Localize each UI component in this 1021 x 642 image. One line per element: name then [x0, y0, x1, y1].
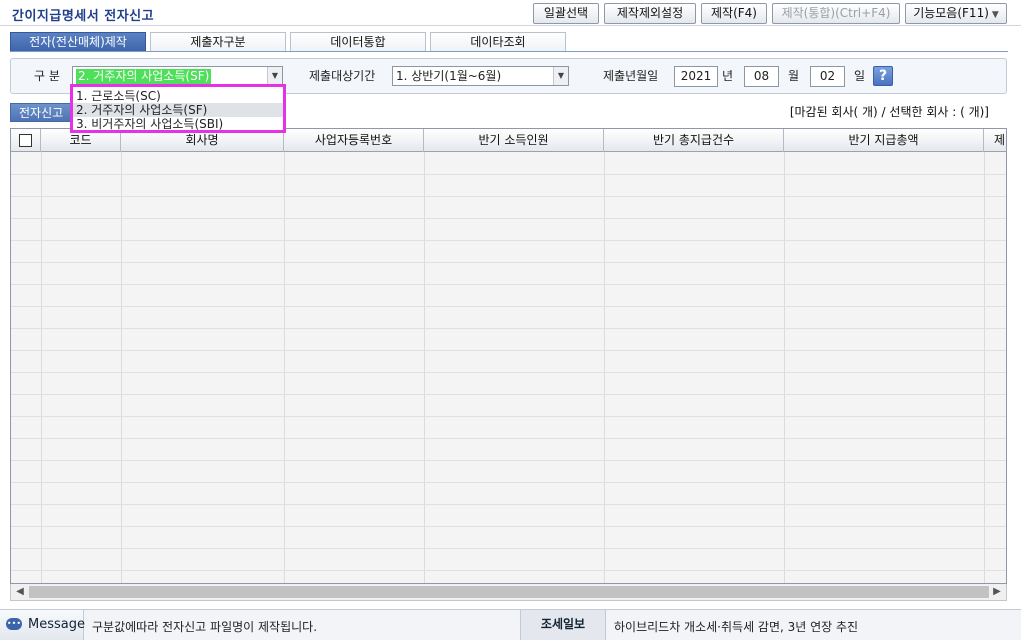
- message-button[interactable]: ••• Message: [0, 610, 85, 640]
- company-count-text: [마감된 회사( 개) / 선택한 회사 : ( 개)]: [789, 105, 989, 119]
- grid-row-line: [11, 416, 1006, 417]
- type-select[interactable]: 2. 거주자의 사업소득(SF) ▼: [72, 66, 283, 86]
- grid-row-line: [11, 262, 1006, 263]
- tab-data-query[interactable]: 데이타조회: [430, 32, 566, 52]
- dropdown-option-sc[interactable]: 1. 근로소득(SC): [76, 89, 161, 103]
- help-icon[interactable]: ?: [873, 66, 893, 86]
- month-unit: 월: [788, 69, 800, 83]
- chevron-left-icon[interactable]: ◀: [13, 585, 27, 599]
- horizontal-scrollbar[interactable]: ◀ ▶: [10, 584, 1007, 601]
- grid-column-line: [604, 152, 605, 583]
- chevron-down-icon[interactable]: ▼: [553, 67, 568, 85]
- grid-column-line: [121, 152, 122, 583]
- grid-row-line: [11, 350, 1006, 351]
- exclude-settings-button[interactable]: 제작제외설정: [604, 3, 696, 24]
- chevron-down-icon: ▼: [991, 10, 999, 20]
- grid-row-line: [11, 196, 1006, 197]
- tab-submitter-type[interactable]: 제출자구분: [150, 32, 286, 52]
- col-more[interactable]: 제: [984, 129, 1006, 152]
- col-half-payment-count[interactable]: 반기 총지급건수: [604, 129, 784, 152]
- year-input[interactable]: 2021: [674, 66, 718, 87]
- news-headline[interactable]: 하이브리드차 개소세·취득세 감면, 3년 연장 추진: [614, 618, 858, 635]
- status-message: 구분값에따라 전자신고 파일명이 제작됩니다.: [92, 620, 318, 634]
- grid-row-line: [11, 526, 1006, 527]
- chat-bubble-icon: •••: [6, 618, 22, 630]
- tab-data-merge[interactable]: 데이터통합: [290, 32, 426, 52]
- grid-column-line: [284, 152, 285, 583]
- create-button[interactable]: 제작(F4): [701, 3, 767, 24]
- select-all-cell: [11, 129, 41, 152]
- grid-row-line: [11, 548, 1006, 549]
- grid-column-line: [784, 152, 785, 583]
- type-selected-value: 2. 거주자의 사업소득(SF): [76, 69, 212, 84]
- company-grid: 코드 회사명 사업자등록번호 반기 소득인원 반기 총지급건수 반기 지급총액 …: [10, 128, 1007, 584]
- grid-row-line: [11, 372, 1006, 373]
- grid-row-line: [11, 482, 1006, 483]
- functions-label: 기능모음(F11): [913, 6, 989, 20]
- message-button-label: Message: [28, 617, 85, 632]
- scrollbar-thumb[interactable]: [29, 586, 989, 598]
- dropdown-option-sf[interactable]: 2. 거주자의 사업소득(SF): [73, 103, 283, 117]
- day-input[interactable]: 02: [810, 66, 845, 87]
- functions-menu-button[interactable]: 기능모음(F11) ▼: [905, 3, 1007, 24]
- grid-row-line: [11, 240, 1006, 241]
- grid-row-line: [11, 570, 1006, 571]
- grid-row-line: [11, 460, 1006, 461]
- submit-date-label: 제출년월일: [603, 69, 659, 83]
- tab-electronic-creation[interactable]: 전자(전산매체)제작: [10, 32, 146, 52]
- grid-row-line: [11, 328, 1006, 329]
- grid-row-line: [11, 284, 1006, 285]
- col-business-number[interactable]: 사업자등록번호: [284, 129, 424, 152]
- grid-column-line: [984, 152, 985, 583]
- dropdown-option-sbi[interactable]: 3. 비거주자의 사업소득(SBI): [76, 117, 223, 131]
- create-merged-button[interactable]: 제작(통합)(Ctrl+F4): [772, 3, 900, 24]
- period-select[interactable]: 1. 상반기(1월~6월) ▼: [392, 66, 569, 86]
- day-unit: 일: [854, 69, 866, 83]
- status-bar: ••• Message 구분값에따라 전자신고 파일명이 제작됩니다. 조세일보…: [0, 609, 1021, 640]
- grid-body: [11, 152, 1006, 583]
- type-label: 구 분: [34, 69, 60, 83]
- col-half-earners[interactable]: 반기 소득인원: [424, 129, 604, 152]
- window-title: 간이지급명세서 전자신고: [12, 9, 155, 24]
- grid-row-line: [11, 504, 1006, 505]
- grid-row-line: [11, 438, 1006, 439]
- grid-column-line: [41, 152, 42, 583]
- select-all-checkbox[interactable]: [19, 134, 32, 147]
- tab-underline: [10, 51, 1008, 52]
- grid-row-line: [11, 174, 1006, 175]
- grid-column-line: [424, 152, 425, 583]
- period-selected-value: 1. 상반기(1월~6월): [396, 69, 502, 83]
- title-bar: 간이지급명세서 전자신고 일괄선택 제작제외설정 제작(F4) 제작(통합)(C…: [0, 0, 1021, 26]
- type-dropdown-list: 1. 근로소득(SC) 2. 거주자의 사업소득(SF) 3. 비거주자의 사업…: [70, 84, 286, 133]
- month-input[interactable]: 08: [744, 66, 779, 87]
- col-half-total-payment[interactable]: 반기 지급총액: [784, 129, 984, 152]
- chevron-down-icon[interactable]: ▼: [267, 67, 282, 85]
- period-label: 제출대상기간: [309, 69, 376, 83]
- grid-row-line: [11, 218, 1006, 219]
- chevron-right-icon[interactable]: ▶: [990, 585, 1004, 599]
- grid-row-line: [11, 394, 1006, 395]
- news-source-label[interactable]: 조세일보: [520, 610, 606, 640]
- grid-row-line: [11, 306, 1006, 307]
- year-unit: 년: [722, 69, 734, 83]
- batch-select-button[interactable]: 일괄선택: [533, 3, 599, 24]
